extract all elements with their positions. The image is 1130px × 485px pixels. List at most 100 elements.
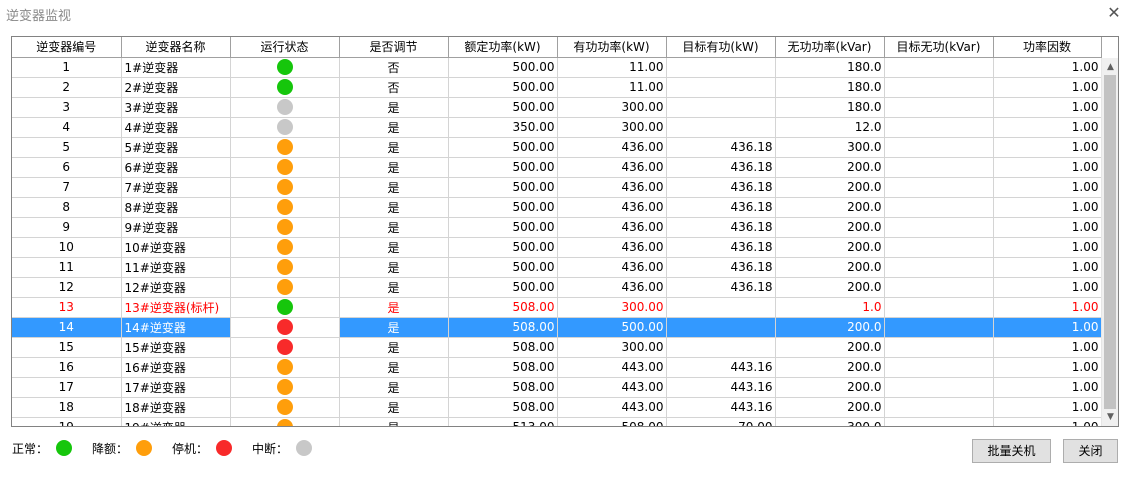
table-row[interactable]: 4 4#逆变器 是 350.00 300.00 12.0 1.00	[12, 117, 1102, 138]
table-row[interactable]: 3 3#逆变器 是 500.00 300.00 180.0 1.00	[12, 97, 1102, 118]
cell-target-active: 443.16	[666, 397, 776, 418]
cell-active: 436.00	[557, 217, 667, 238]
cell-target-reactive	[884, 217, 994, 238]
cell-adjust: 是	[339, 197, 449, 218]
cell-target-reactive	[884, 57, 994, 78]
status-dot-icon	[276, 359, 293, 375]
cell-name: 4#逆变器	[121, 117, 231, 138]
cell-reactive: 200.0	[775, 177, 885, 198]
status-dot-icon	[276, 99, 293, 115]
cell-status	[230, 77, 340, 98]
header-col-id[interactable]: 逆变器编号	[12, 37, 122, 58]
cell-name: 14#逆变器	[121, 317, 231, 338]
cell-rated: 500.00	[448, 137, 558, 158]
header-col-status[interactable]: 运行状态	[230, 37, 340, 58]
status-dot-icon	[276, 419, 293, 426]
cell-pf: 1.00	[993, 337, 1102, 358]
status-dot-icon	[276, 179, 293, 195]
batch-shutdown-button[interactable]: 批量关机	[972, 439, 1051, 463]
table-row[interactable]: 15 15#逆变器 是 508.00 300.00 200.0 1.00	[12, 337, 1102, 358]
cell-id: 15	[12, 337, 122, 358]
inverter-table-container: 逆变器编号 逆变器名称 运行状态 是否调节 额定功率(kW) 有功功率(kW) 目标有功(k…	[11, 36, 1119, 427]
table-row[interactable]: 16 16#逆变器 是 508.00 443.00 443.16 200.0 1.00	[12, 357, 1102, 378]
scroll-thumb[interactable]	[1104, 75, 1116, 409]
table-row[interactable]: 9 9#逆变器 是 500.00 436.00 436.18 200.0 1.00	[12, 217, 1102, 238]
cell-rated: 508.00	[448, 377, 558, 398]
cell-active: 436.00	[557, 137, 667, 158]
cell-reactive: 180.0	[775, 57, 885, 78]
table-row[interactable]: 2 2#逆变器 否 500.00 11.00 180.0 1.00	[12, 77, 1102, 98]
cell-id: 17	[12, 377, 122, 398]
scroll-up-arrow-icon[interactable]: ▲	[1102, 59, 1118, 75]
cell-id: 11	[12, 257, 122, 278]
table-row[interactable]: 1919#逆变器 是513.00508.0070.00300.0 1.00	[12, 417, 1102, 426]
header-col-active[interactable]: 有功功率(kW)	[557, 37, 667, 58]
cell-reactive: 200.0	[775, 157, 885, 178]
cell-reactive: 200.0	[775, 337, 885, 358]
table-row[interactable]: 7 7#逆变器 是 500.00 436.00 436.18 200.0 1.00	[12, 177, 1102, 198]
cell-status	[230, 397, 340, 418]
table-row[interactable]: 11 11#逆变器 是 500.00 436.00 436.18 200.0 1.00	[12, 257, 1102, 278]
cell-name: 19#逆变器	[121, 417, 231, 426]
header-col-reactive[interactable]: 无功功率(kVar)	[775, 37, 885, 58]
status-dot-icon	[276, 219, 293, 235]
cell-id: 19	[12, 417, 122, 426]
table-row[interactable]: 10 10#逆变器 是 500.00 436.00 436.18 200.0 1.00	[12, 237, 1102, 258]
table-row[interactable]: 17 17#逆变器 是 508.00 443.00 443.16 200.0 1.00	[12, 377, 1102, 398]
cell-target-reactive	[884, 237, 994, 258]
cell-pf: 1.00	[993, 237, 1102, 258]
header-col-pf[interactable]: 功率因数	[993, 37, 1102, 58]
cell-target-reactive	[884, 397, 994, 418]
status-dot-icon	[276, 239, 293, 255]
status-dot-icon	[276, 299, 293, 315]
table-row[interactable]: 13 13#逆变器(标杆) 是 508.00 300.00 1.0 1.00	[12, 297, 1102, 318]
table-row[interactable]: 5 5#逆变器 是 500.00 436.00 436.18 300.0 1.00	[12, 137, 1102, 158]
scroll-down-arrow-icon[interactable]: ▼	[1102, 409, 1118, 425]
cell-name: 13#逆变器(标杆)	[121, 297, 231, 318]
cell-adjust: 是	[339, 317, 449, 338]
cell-adjust: 是	[339, 177, 449, 198]
cell-id: 10	[12, 237, 122, 258]
header-col-target-reactive[interactable]: 目标无功(kVar)	[884, 37, 994, 58]
cell-active: 300.00	[557, 297, 667, 318]
legend-derated-dot-icon	[136, 440, 153, 456]
cell-adjust: 是	[339, 357, 449, 378]
table-row[interactable]: 14 14#逆变器 是 508.00 500.00 200.0 1.00	[12, 317, 1102, 338]
status-dot-icon	[276, 139, 293, 155]
status-dot-icon	[276, 79, 293, 95]
cell-id: 2	[12, 77, 122, 98]
table-row[interactable]: 1 1#逆变器 否 500.00 11.00 180.0 1.00	[12, 57, 1102, 78]
table-row[interactable]: 12 12#逆变器 是 500.00 436.00 436.18 200.0 1.00	[12, 277, 1102, 298]
status-dot-icon	[276, 399, 293, 415]
cell-id: 6	[12, 157, 122, 178]
title-bar: 逆变器监视 ✕	[0, 0, 1130, 28]
cell-adjust: 是	[339, 137, 449, 158]
cell-pf: 1.00	[993, 77, 1102, 98]
cell-reactive: 200.0	[775, 317, 885, 338]
cell-status	[230, 97, 340, 118]
close-button[interactable]: 关闭	[1063, 439, 1118, 463]
cell-id: 4	[12, 117, 122, 138]
header-col-rated[interactable]: 额定功率(kW)	[448, 37, 558, 58]
cell-target-active: 436.18	[666, 217, 776, 238]
close-icon[interactable]: ✕	[1102, 2, 1126, 24]
cell-status	[230, 177, 340, 198]
cell-active: 436.00	[557, 157, 667, 178]
cell-target-active: 443.16	[666, 377, 776, 398]
legend-label-stopped: 停机：	[172, 441, 209, 456]
cell-name: 11#逆变器	[121, 257, 231, 278]
cell-status	[230, 57, 340, 78]
header-col-name[interactable]: 逆变器名称	[121, 37, 231, 58]
cell-adjust: 否	[339, 57, 449, 78]
table-row[interactable]: 8 8#逆变器 是 500.00 436.00 436.18 200.0 1.00	[12, 197, 1102, 218]
cell-active: 500.00	[557, 317, 667, 338]
header-col-adjust[interactable]: 是否调节	[339, 37, 449, 58]
cell-status	[230, 237, 340, 258]
cell-name: 6#逆变器	[121, 157, 231, 178]
table-row[interactable]: 6 6#逆变器 是 500.00 436.00 436.18 200.0 1.00	[12, 157, 1102, 178]
table-row[interactable]: 18 18#逆变器 是 508.00 443.00 443.16 200.0 1.00	[12, 397, 1102, 418]
header-col-target-active[interactable]: 目标有功(kW)	[666, 37, 776, 58]
legend-label-normal: 正常：	[12, 441, 49, 456]
cell-rated: 508.00	[448, 337, 558, 358]
vertical-scrollbar[interactable]: ▲ ▼	[1101, 58, 1118, 426]
